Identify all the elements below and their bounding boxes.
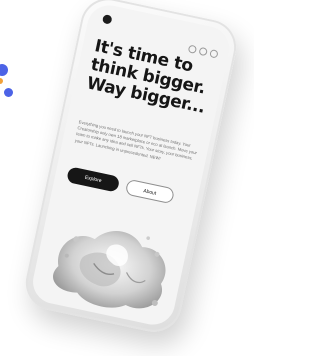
menu-icon[interactable]: [187, 44, 198, 54]
decorative-dot: [0, 78, 3, 84]
decorative-dot: [0, 64, 8, 76]
search-icon[interactable]: [209, 49, 219, 59]
hero-description: Everything you need to launch your NFT b…: [74, 119, 198, 162]
liquid-splash-illustration: [53, 231, 166, 309]
explore-button[interactable]: Explore: [66, 166, 121, 193]
phone-device: It's time to think bigger. Way bigger...…: [20, 0, 242, 337]
user-icon[interactable]: [198, 46, 208, 57]
decorative-dot: [4, 88, 13, 97]
hero-mockup: It's time to think bigger. Way bigger...…: [0, 0, 254, 356]
about-button[interactable]: About: [124, 178, 176, 205]
phone-screen: It's time to think bigger. Way bigger...…: [28, 1, 234, 329]
camera-icon: [101, 14, 113, 25]
